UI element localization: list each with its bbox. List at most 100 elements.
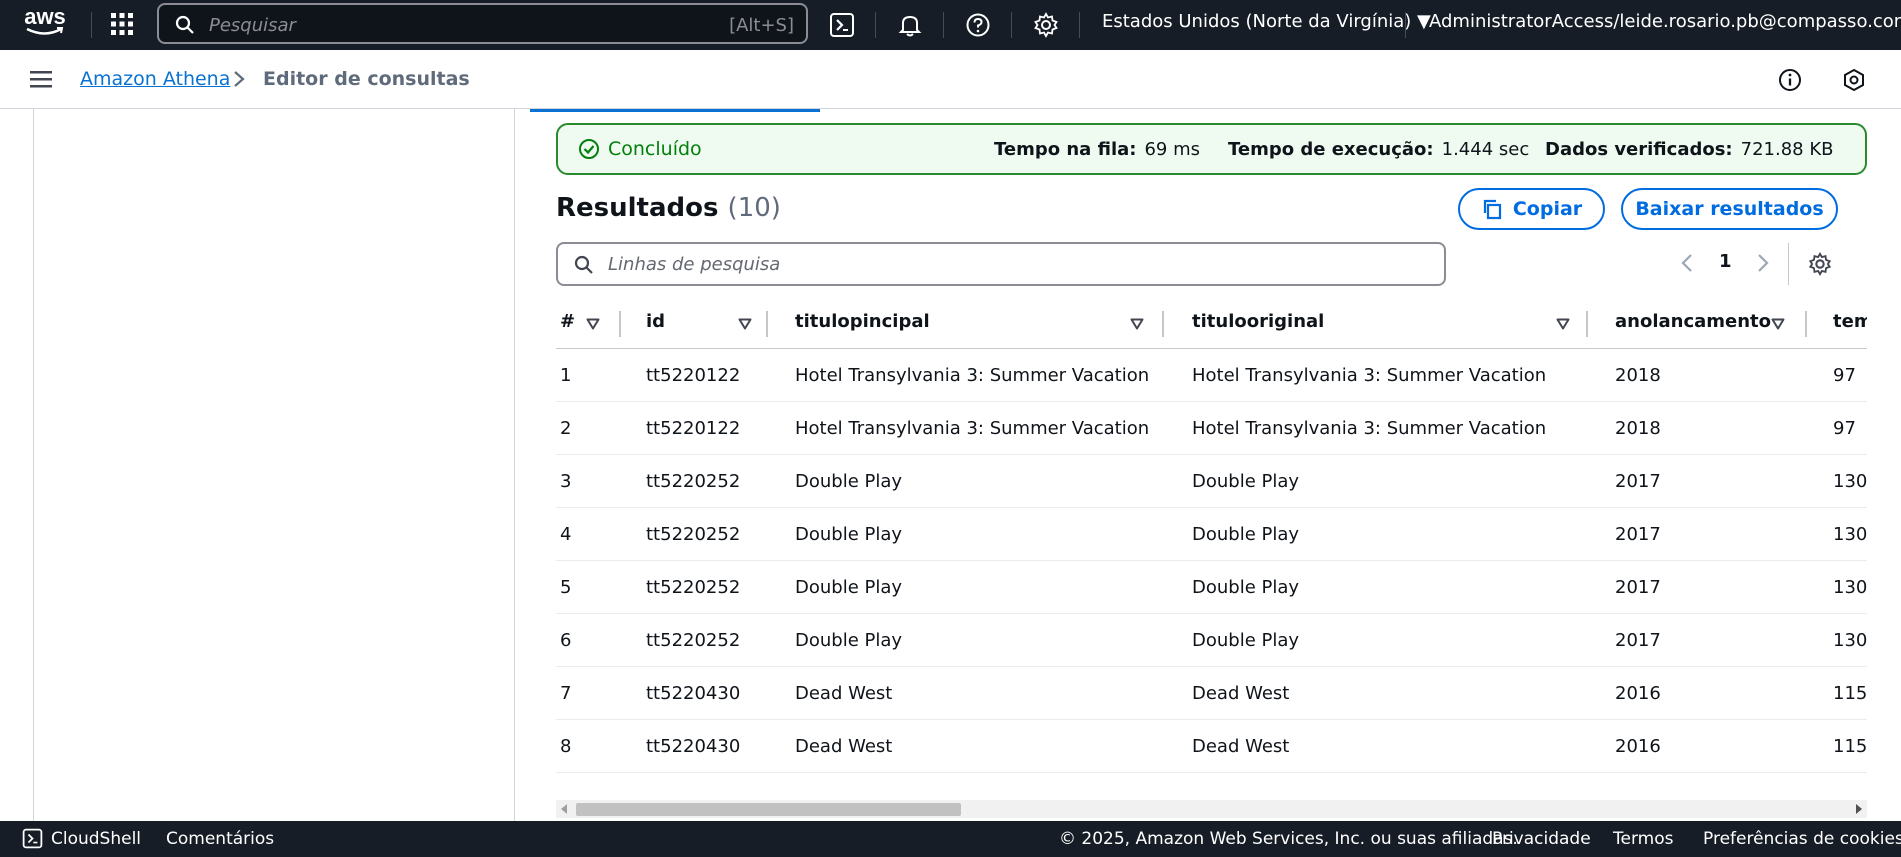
table-row[interactable]: 5 tt5220252 Double Play Double Play 2017 130 — [556, 561, 1867, 614]
scrollbar-thumb[interactable] — [576, 803, 961, 816]
table-cell: 2016 — [1615, 683, 1661, 704]
horizontal-scrollbar[interactable] — [556, 800, 1867, 818]
results-count: (10) — [727, 193, 781, 223]
divider — [875, 12, 876, 38]
table-cell: 2017 — [1615, 630, 1661, 651]
divider — [1788, 243, 1789, 285]
sort-caret-icon[interactable] — [586, 315, 600, 334]
panel-resize-handle[interactable] — [514, 109, 515, 821]
table-cell: tt5220430 — [646, 683, 741, 704]
chevron-right-icon[interactable] — [1756, 252, 1770, 278]
search-icon — [175, 15, 195, 39]
notifications-settings-icon[interactable] — [1842, 68, 1866, 96]
table-cell: 2017 — [1615, 471, 1661, 492]
row-search-input[interactable]: Linhas de pesquisa — [556, 242, 1446, 286]
sort-caret-icon[interactable] — [738, 315, 752, 334]
chevron-left-icon[interactable] — [1680, 252, 1694, 278]
table-cell: 7 — [560, 683, 572, 704]
region-selector[interactable]: Estados Unidos (Norte da Virgínia) ▼ — [1102, 11, 1431, 32]
table-header: # id titulopincipal titulooriginal anolancam… — [556, 299, 1867, 349]
column-resize-handle[interactable] — [766, 311, 768, 337]
table-cell: tt5220122 — [646, 365, 741, 386]
table-cell: Hotel Transylvania 3: Summer Vacation — [1192, 418, 1547, 439]
results-panel: Concluído Tempo na fila: 69 ms Tempo de e… — [530, 109, 1901, 821]
column-resize-handle[interactable] — [619, 311, 621, 337]
cloudshell-link[interactable]: CloudShell — [51, 829, 141, 849]
table-cell: 2016 — [1615, 736, 1661, 757]
table-cell: 130 — [1833, 630, 1867, 651]
table-cell: 97 — [1833, 418, 1856, 439]
table-row[interactable]: 3 tt5220252 Double Play Double Play 2017 130 — [556, 455, 1867, 508]
sort-caret-icon[interactable] — [1130, 315, 1144, 334]
breadcrumb-athena-link[interactable]: Amazon Athena — [80, 68, 230, 90]
divider — [91, 12, 92, 38]
privacy-link[interactable]: Privacidade — [1492, 829, 1591, 849]
data-scanned: Dados verificados: 721.88 KB — [1545, 139, 1834, 160]
page-number[interactable]: 1 — [1719, 251, 1732, 272]
table-cell: 2018 — [1615, 365, 1661, 386]
table-row[interactable]: 4 tt5220252 Double Play Double Play 2017 130 — [556, 508, 1867, 561]
active-tab-indicator — [530, 109, 820, 112]
table-cell: 2017 — [1615, 577, 1661, 598]
results-table: # id titulopincipal titulooriginal anolancam… — [556, 299, 1867, 789]
sort-caret-icon[interactable] — [1556, 315, 1570, 334]
table-row[interactable]: 9tt5220430Dead WestDead West2016115 — [556, 773, 1867, 789]
column-header: tem — [1833, 311, 1867, 332]
column-header: titulopincipal — [795, 311, 930, 332]
table-row[interactable]: 1 tt5220122 Hotel Transylvania 3: Summer V… — [556, 349, 1867, 402]
aws-logo-text: aws — [24, 4, 66, 29]
queue-time: Tempo na fila: 69 ms — [994, 139, 1200, 160]
table-preferences-gear-icon[interactable] — [1808, 251, 1832, 280]
services-grid-icon[interactable] — [110, 12, 134, 36]
gear-icon[interactable] — [1033, 12, 1059, 38]
table-cell: 4 — [560, 524, 572, 545]
table-row[interactable]: 7 tt5220430 Dead West Dead West 2016 115 — [556, 667, 1867, 720]
table-cell: 1 — [560, 365, 572, 386]
table-cell: Double Play — [795, 577, 903, 598]
feedback-link[interactable]: Comentários — [166, 829, 274, 849]
table-cell: Dead West — [1192, 683, 1290, 704]
table-cell: 130 — [1833, 471, 1867, 492]
queue-time-value: 69 ms — [1144, 139, 1200, 160]
results-title: Resultados — [556, 193, 719, 223]
status-success: Concluído — [578, 138, 702, 160]
table-row[interactable]: 8 tt5220430 Dead West Dead West 2016 115 — [556, 720, 1867, 773]
table-cell: tt5220252 — [646, 577, 741, 598]
scroll-right-arrow-icon[interactable] — [1856, 804, 1862, 814]
execution-time-value: 1.444 sec — [1441, 139, 1530, 160]
help-icon[interactable] — [965, 12, 991, 38]
search-shortcut: [Alt+S] — [729, 15, 794, 36]
divider — [1405, 12, 1406, 38]
menu-icon[interactable] — [30, 70, 52, 92]
aws-logo[interactable]: aws — [20, 6, 70, 42]
table-cell: 2017 — [1615, 524, 1661, 545]
column-resize-handle[interactable] — [1805, 311, 1807, 337]
table-row[interactable]: 6 tt5220252 Double Play Double Play 2017 130 — [556, 614, 1867, 667]
table-cell: Double Play — [795, 524, 903, 545]
footer: CloudShell Comentários © 2025, Amazon We… — [0, 821, 1901, 857]
copyright-text: © 2025, Amazon Web Services, Inc. ou sua… — [1059, 829, 1518, 849]
table-cell: tt5220252 — [646, 630, 741, 651]
column-resize-handle[interactable] — [1162, 311, 1164, 337]
cookie-preferences-link[interactable]: Preferências de cookies — [1703, 829, 1901, 849]
table-cell: Dead West — [795, 736, 893, 757]
breadcrumb-current: Editor de consultas — [263, 68, 470, 90]
column-header: titulooriginal — [1192, 311, 1325, 332]
bell-icon[interactable] — [897, 12, 923, 38]
table-cell: Double Play — [1192, 471, 1300, 492]
terms-link[interactable]: Termos — [1613, 829, 1673, 849]
cloudshell-footer-icon[interactable] — [22, 828, 43, 854]
table-cell: Double Play — [795, 471, 903, 492]
scroll-left-arrow-icon[interactable] — [561, 804, 567, 814]
global-search-input[interactable]: Pesquisar [Alt+S] — [157, 3, 808, 44]
copy-button[interactable]: Copiar — [1458, 188, 1605, 230]
download-results-button[interactable]: Baixar resultados — [1621, 188, 1838, 230]
info-icon[interactable] — [1778, 68, 1802, 96]
table-row[interactable]: 2 tt5220122 Hotel Transylvania 3: Summer V… — [556, 402, 1867, 455]
account-menu[interactable]: AdministratorAccess/leide.rosario.pb@com… — [1429, 11, 1901, 32]
sort-caret-icon[interactable] — [1771, 315, 1785, 334]
table-cell: 115 — [1833, 736, 1867, 757]
check-circle-icon — [579, 139, 599, 159]
cloudshell-icon[interactable] — [829, 12, 855, 38]
column-resize-handle[interactable] — [1586, 311, 1588, 337]
